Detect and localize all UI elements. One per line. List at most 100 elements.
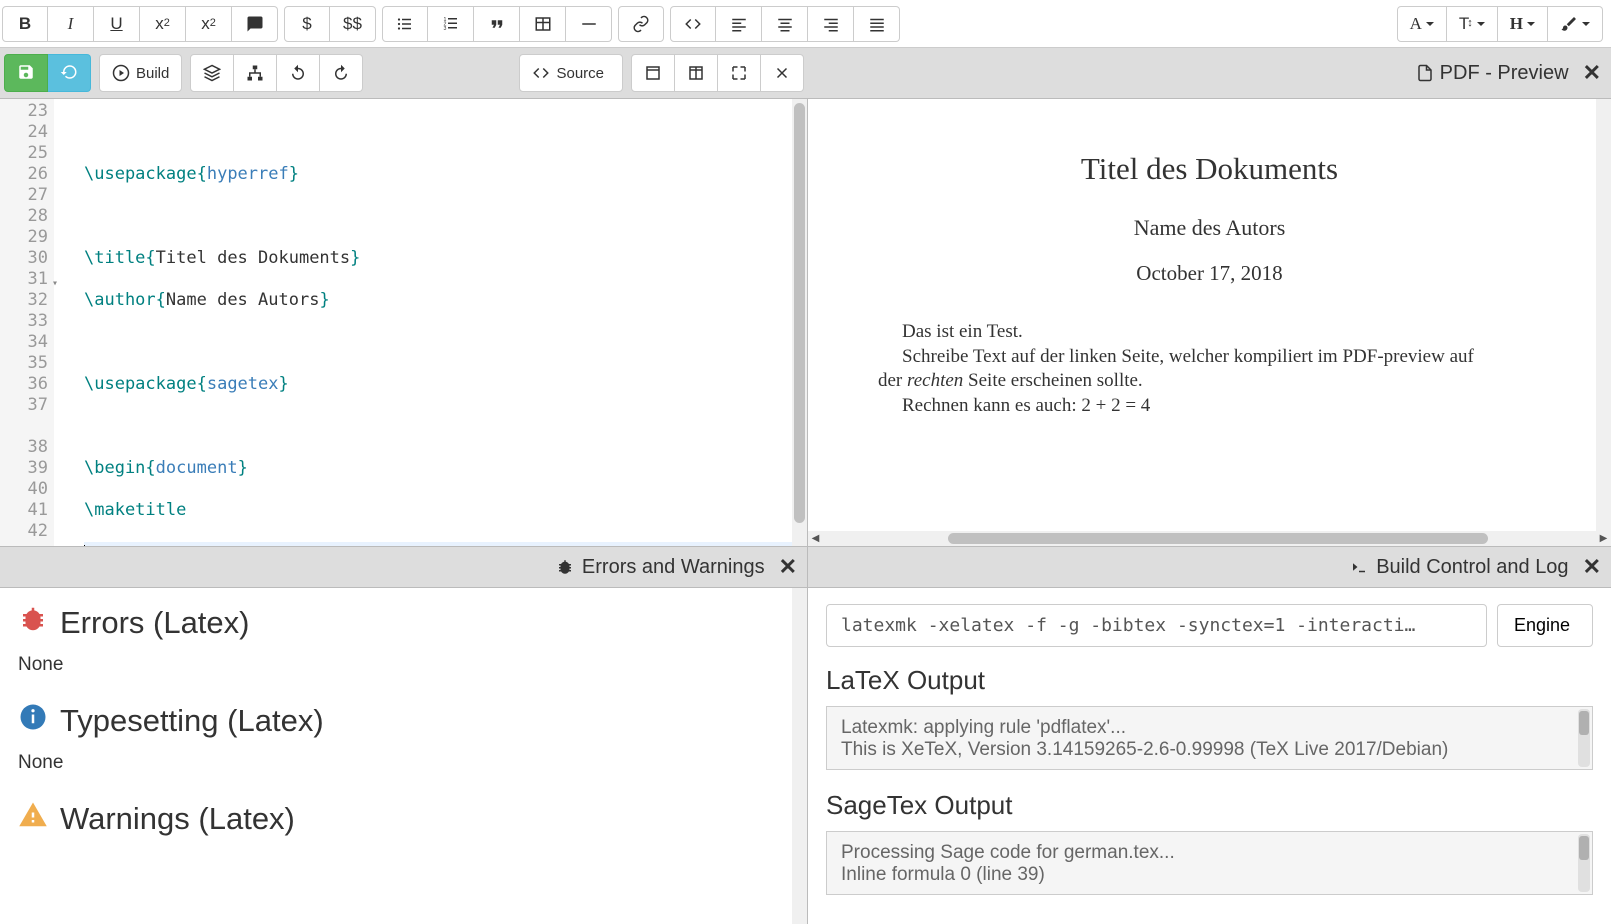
align-center-button[interactable] xyxy=(762,6,808,42)
brush-icon xyxy=(1560,15,1578,33)
table-icon xyxy=(534,15,552,33)
svg-text:3: 3 xyxy=(443,26,446,32)
link-button[interactable] xyxy=(618,6,664,42)
underline-button[interactable]: U xyxy=(94,6,140,42)
textsize-dropdown[interactable]: T↕ xyxy=(1447,6,1498,42)
code-icon xyxy=(532,64,550,82)
layers-button[interactable] xyxy=(190,54,234,92)
build-command-input[interactable]: latexmk -xelatex -f -g -bibtex -synctex=… xyxy=(826,604,1487,647)
undo-icon xyxy=(289,64,307,82)
source-dropdown[interactable]: Source xyxy=(519,54,623,92)
pdf-title: Titel des Dokuments xyxy=(878,151,1541,187)
preview-hscroll[interactable]: ◀ ▶ xyxy=(808,531,1611,546)
align-right-button[interactable] xyxy=(808,6,854,42)
close-build-button[interactable]: ✕ xyxy=(1583,554,1601,580)
math-inline-button[interactable]: $ xyxy=(284,6,330,42)
heading-dropdown[interactable]: H xyxy=(1498,6,1548,42)
quote-icon xyxy=(488,15,506,33)
bold-button[interactable]: B xyxy=(2,6,48,42)
align-left-button[interactable] xyxy=(716,6,762,42)
engine-dropdown[interactable]: Engine xyxy=(1497,604,1593,647)
layers-icon xyxy=(203,64,221,82)
errors-heading: Errors (Latex) xyxy=(18,604,789,642)
close-preview-button[interactable]: ✕ xyxy=(1583,60,1601,86)
info-icon xyxy=(18,702,48,732)
typesetting-heading: Typesetting (Latex) xyxy=(18,702,789,740)
code-icon xyxy=(684,15,702,33)
line-gutter: 23 24 25 26 27 28 29 30 31 32 33 34 35 3… xyxy=(0,99,54,546)
undo-button[interactable] xyxy=(277,54,320,92)
file-pdf-icon xyxy=(1416,64,1434,82)
math-display-button[interactable]: $$ xyxy=(330,6,376,42)
list-ol-icon: 123 xyxy=(442,15,460,33)
horizontal-rule-button[interactable] xyxy=(566,6,612,42)
align-justify-icon xyxy=(868,15,886,33)
redo-button[interactable] xyxy=(320,54,363,92)
preview-vscroll[interactable] xyxy=(1596,99,1611,531)
bottom-split: Errors and Warnings ✕ Errors (Latex) Non… xyxy=(0,546,1611,924)
latex-output[interactable]: Latexmk: applying rule 'pdflatex'... Thi… xyxy=(826,706,1593,770)
close-icon xyxy=(773,64,791,82)
hr-icon xyxy=(580,15,598,33)
align-justify-button[interactable] xyxy=(854,6,900,42)
align-right-icon xyxy=(822,15,840,33)
errors-header: Errors and Warnings ✕ xyxy=(0,546,807,588)
typesetting-none: None xyxy=(18,752,789,774)
errors-none: None xyxy=(18,654,789,676)
split-columns-button[interactable] xyxy=(675,54,718,92)
warning-icon xyxy=(18,800,48,830)
code-button[interactable] xyxy=(670,6,716,42)
expand-icon xyxy=(730,64,748,82)
sagetex-output-heading: SageTex Output xyxy=(826,790,1593,821)
latex-output-scrollbar[interactable] xyxy=(1578,709,1590,767)
redo-icon xyxy=(332,64,350,82)
superscript-button[interactable]: x2 xyxy=(186,6,232,42)
scroll-left-icon[interactable]: ◀ xyxy=(808,531,823,546)
list-ul-icon xyxy=(396,15,414,33)
text-cursor xyxy=(84,545,85,546)
main-split: 23 24 25 26 27 28 29 30 31 32 33 34 35 3… xyxy=(0,99,1611,546)
pdf-date: October 17, 2018 xyxy=(878,261,1541,286)
warnings-heading: Warnings (Latex) xyxy=(18,800,789,838)
split-vertical-button[interactable] xyxy=(631,54,675,92)
close-errors-button[interactable]: ✕ xyxy=(779,554,797,580)
pdf-p2a: Schreibe Text auf der linken Seite, welc… xyxy=(878,345,1541,370)
save-button[interactable] xyxy=(4,54,48,92)
sitemap-icon xyxy=(246,64,264,82)
quote-button[interactable] xyxy=(474,6,520,42)
table-button[interactable] xyxy=(520,6,566,42)
align-left-icon xyxy=(730,15,748,33)
sagetex-output[interactable]: Processing Sage code for german.tex... I… xyxy=(826,831,1593,895)
build-toolbar: Build Source xyxy=(0,48,1611,99)
build-button[interactable]: Build xyxy=(99,54,182,92)
latex-output-heading: LaTeX Output xyxy=(826,665,1593,696)
highlight-dropdown[interactable] xyxy=(1548,6,1603,42)
pdf-author: Name des Autors xyxy=(878,215,1541,241)
editor-scrollbar[interactable] xyxy=(792,99,807,546)
comment-icon xyxy=(246,15,264,33)
sitemap-button[interactable] xyxy=(234,54,277,92)
comment-button[interactable] xyxy=(232,6,278,42)
subscript-button[interactable]: x2 xyxy=(140,6,186,42)
fullscreen-button[interactable] xyxy=(718,54,761,92)
italic-button[interactable]: I xyxy=(48,6,94,42)
ordered-list-button[interactable]: 123 xyxy=(428,6,474,42)
pdf-preview-label: PDF - Preview xyxy=(1416,62,1569,85)
columns-single-icon xyxy=(644,64,662,82)
font-dropdown[interactable]: A xyxy=(1397,6,1447,42)
build-header: Build Control and Log ✕ xyxy=(808,546,1611,588)
bug-icon xyxy=(556,558,574,576)
code-editor[interactable]: \usepackage{hyperref} \title{Titel des D… xyxy=(54,99,807,546)
save-icon xyxy=(17,63,35,81)
errors-pane: Errors and Warnings ✕ Errors (Latex) Non… xyxy=(0,546,808,924)
sagetex-output-scrollbar[interactable] xyxy=(1578,834,1590,892)
close-editor-button[interactable] xyxy=(761,54,804,92)
build-pane: Build Control and Log ✕ latexmk -xelatex… xyxy=(808,546,1611,924)
pdf-p1: Das ist ein Test. xyxy=(878,320,1541,345)
errors-scrollbar[interactable] xyxy=(792,588,807,924)
history-button[interactable] xyxy=(48,54,91,92)
columns-icon xyxy=(687,64,705,82)
link-icon xyxy=(632,15,650,33)
unordered-list-button[interactable] xyxy=(382,6,428,42)
scroll-right-icon[interactable]: ▶ xyxy=(1596,531,1611,546)
